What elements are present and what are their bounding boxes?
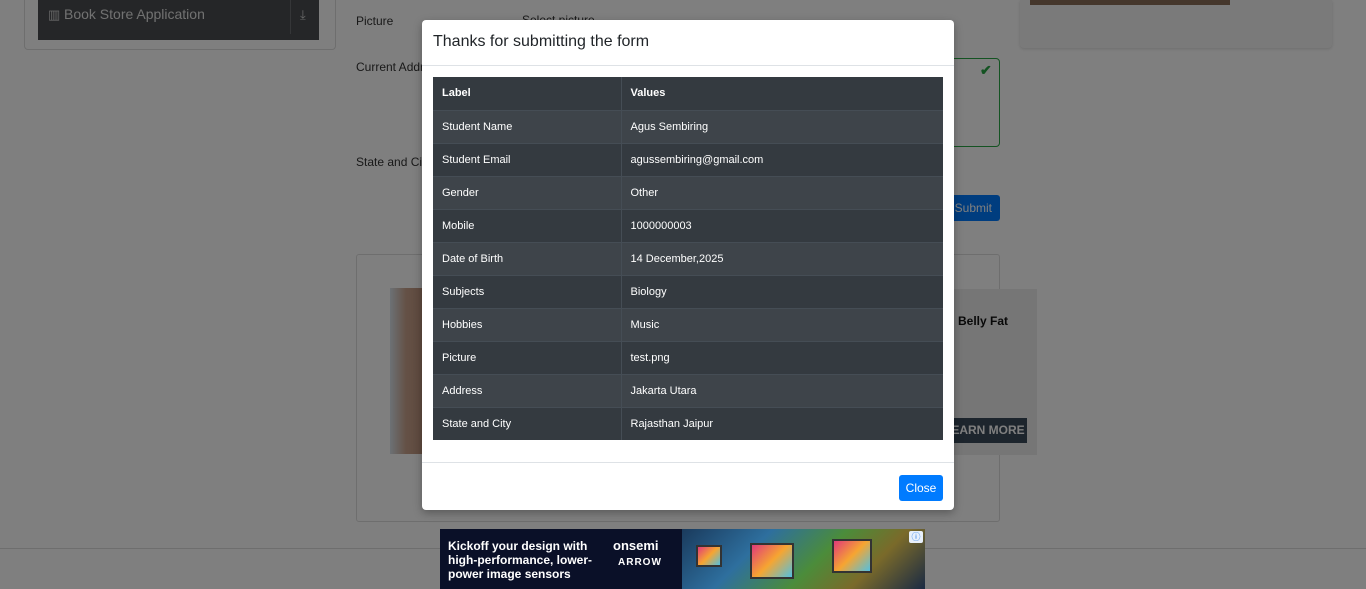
arrow-logo: ARROW: [618, 557, 662, 568]
row-label: Hobbies: [433, 307, 622, 341]
column-header: Values: [630, 87, 666, 100]
table-row: Date of Birth 14 December,2025: [433, 241, 943, 275]
row-label: Mobile: [433, 208, 622, 242]
table-row: Student Name Agus Sembiring: [433, 109, 943, 143]
chip-image: [832, 539, 872, 573]
table-header-row: Label Values: [433, 77, 943, 110]
table-row: State and City Rajasthan Jaipur: [433, 406, 943, 440]
table-row: Gender Other: [433, 175, 943, 209]
row-value: test.png: [621, 340, 943, 374]
results-table: Label Values Student Name Agus Sembiring…: [433, 77, 943, 440]
row-value: Other: [621, 175, 943, 209]
row-label: Date of Birth: [433, 241, 622, 275]
row-label: Student Name: [433, 109, 622, 143]
row-value: Rajasthan Jaipur: [621, 406, 943, 440]
modal-title: Thanks for submitting the form: [433, 33, 650, 50]
close-button[interactable]: Close: [899, 475, 943, 501]
table-row: Mobile 1000000003: [433, 208, 943, 242]
row-value: Music: [621, 307, 943, 341]
banner-line: Kickoff your design with: [448, 539, 588, 553]
row-value: Agus Sembiring: [621, 109, 943, 143]
row-label: Student Email: [433, 142, 622, 176]
row-value: Biology: [621, 274, 943, 308]
row-value: agussembiring@gmail.com: [621, 142, 943, 176]
banner-text: Kickoff your design with high-performanc…: [448, 539, 618, 581]
table-row: Subjects Biology: [433, 274, 943, 308]
table-row: Picture test.png: [433, 340, 943, 374]
row-label: Subjects: [433, 274, 622, 308]
chip-image: [750, 543, 794, 579]
column-header: Label: [433, 77, 622, 110]
modal-header: Thanks for submitting the form: [422, 20, 954, 66]
row-label: State and City: [433, 406, 622, 440]
banner-line: power image sensors: [448, 567, 571, 581]
submission-modal: Thanks for submitting the form Label Val…: [422, 20, 954, 510]
sensor-chips-image: [682, 529, 925, 589]
onsemi-logo: onsemi: [613, 538, 659, 553]
modal-body: Label Values Student Name Agus Sembiring…: [422, 66, 954, 440]
banner-line: high-performance, lower-: [448, 553, 593, 567]
table-row: Hobbies Music: [433, 307, 943, 341]
bottom-banner-ad[interactable]: Kickoff your design with high-performanc…: [440, 529, 925, 589]
row-value: 14 December,2025: [621, 241, 943, 275]
row-value: 1000000003: [621, 208, 943, 242]
table-row: Student Email agussembiring@gmail.com: [433, 142, 943, 176]
row-label: Gender: [433, 175, 622, 209]
ad-info-icon[interactable]: ⓘ: [909, 531, 923, 543]
row-value: Jakarta Utara: [621, 373, 943, 407]
modal-footer: Close: [422, 462, 954, 510]
chip-image: [696, 545, 722, 567]
row-label: Address: [433, 373, 622, 407]
row-label: Picture: [433, 340, 622, 374]
table-row: Address Jakarta Utara: [433, 373, 943, 407]
